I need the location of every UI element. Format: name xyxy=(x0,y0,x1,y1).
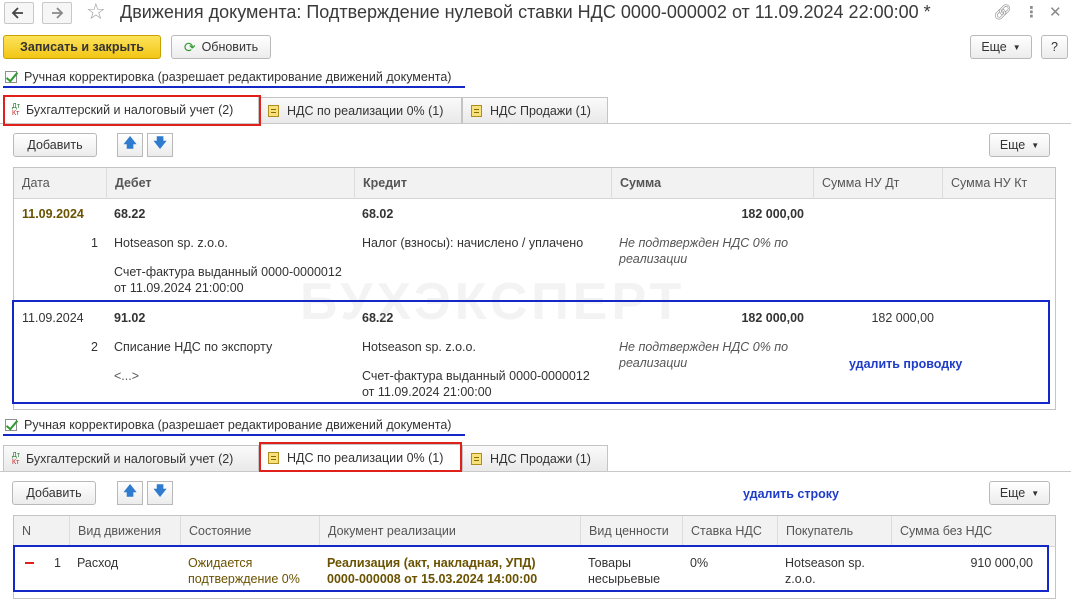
add-button[interactable]: Добавить xyxy=(12,481,96,505)
column-header[interactable]: Вид ценности xyxy=(580,516,682,547)
manual-correction-label: Ручная корректировка (разрешает редактир… xyxy=(24,70,452,84)
tab-vat-0[interactable]: НДС по реализации 0% (1) xyxy=(259,97,462,123)
table-header: N Вид движения Состояние Документ реализ… xyxy=(14,516,1055,547)
arrow-up-icon: 🡅 xyxy=(123,483,137,498)
chevron-down-icon: ▼ xyxy=(1031,488,1040,498)
chevron-down-icon: ▼ xyxy=(1031,140,1040,150)
tab-accounting[interactable]: Дт Кт Бухгалтерский и налоговый учет (2) xyxy=(3,445,259,471)
sum-note: Не подтвержден НДС 0% по реализации xyxy=(619,236,789,266)
column-header[interactable]: Вид движения xyxy=(69,516,180,547)
tab-label: НДС Продажи (1) xyxy=(490,451,591,466)
annotation-underline xyxy=(3,86,465,88)
star-icon[interactable]: ☆ xyxy=(86,0,106,24)
annotation-highlight xyxy=(259,442,462,472)
column-header[interactable]: Дебет xyxy=(106,168,354,199)
more-label: Еще xyxy=(999,138,1026,152)
column-header[interactable]: Сумма НУ Дт xyxy=(813,168,942,199)
register-icon xyxy=(471,452,482,465)
window-title: Движения документа: Подтверждение нулево… xyxy=(120,2,931,22)
column-header[interactable]: Сумма НУ Кт xyxy=(942,168,1055,199)
column-header[interactable]: Состояние xyxy=(180,516,319,547)
refresh-label: Обновить xyxy=(201,40,259,54)
column-header[interactable]: Ставка НДС xyxy=(682,516,777,547)
tab-vat-sales[interactable]: НДС Продажи (1) xyxy=(462,97,608,123)
column-header[interactable]: Кредит xyxy=(354,168,611,199)
more-button[interactable]: Еще ▼ xyxy=(989,133,1050,157)
column-header[interactable]: Сумма без НДС xyxy=(891,516,1041,547)
annotation-highlight xyxy=(12,300,1050,404)
row-sum: 182 000,00 xyxy=(741,207,804,221)
table-header: Дата Дебет Кредит Сумма Сумма НУ Дт Сумм… xyxy=(14,168,1055,199)
arrow-down-icon: 🡇 xyxy=(153,483,167,498)
move-down-button[interactable]: 🡇 xyxy=(147,133,173,157)
credit-subconto: Налог (взносы): начислено / уплачено xyxy=(362,236,584,250)
kebab-icon[interactable]: ⋮ xyxy=(1024,3,1039,21)
register-icon xyxy=(268,104,279,117)
annotation-text: удалить строку xyxy=(743,487,839,501)
manual-correction-label: Ручная корректировка (разрешает редактир… xyxy=(24,418,452,432)
move-up-button[interactable]: 🡅 xyxy=(117,481,143,505)
add-button[interactable]: Добавить xyxy=(13,133,97,157)
dt-kt-icon: Дт Кт xyxy=(12,451,20,466)
column-header[interactable]: N xyxy=(14,516,69,547)
column-header[interactable]: Документ реализации xyxy=(319,516,580,547)
chevron-down-icon: ▼ xyxy=(1012,42,1021,52)
tab-vat-sales[interactable]: НДС Продажи (1) xyxy=(462,445,608,471)
annotation-highlight xyxy=(3,95,261,126)
arrow-down-icon: 🡇 xyxy=(153,135,167,150)
manual-correction-checkbox[interactable] xyxy=(5,419,17,431)
tab-label: Бухгалтерский и налоговый учет (2) xyxy=(25,451,234,466)
save-close-button[interactable]: Записать и закрыть xyxy=(3,35,161,59)
debit-account: 68.22 xyxy=(114,207,146,221)
back-button[interactable] xyxy=(4,2,34,24)
forward-button[interactable] xyxy=(42,2,72,24)
link-icon[interactable]: 🔗︎ xyxy=(993,3,1012,21)
row-number: 1 xyxy=(91,236,98,250)
manual-correction-checkbox[interactable] xyxy=(5,71,17,83)
refresh-button[interactable]: ⟳ Обновить xyxy=(171,35,271,59)
row-date: 11.09.2024 xyxy=(22,207,84,221)
column-header[interactable]: Покупатель xyxy=(777,516,891,547)
refresh-icon: ⟳ xyxy=(183,38,196,55)
debit-subconto: Hotseason sp. z.o.o. xyxy=(114,236,228,250)
column-header[interactable]: Сумма xyxy=(611,168,813,199)
annotation-underline xyxy=(3,434,465,436)
tab-label: НДС Продажи (1) xyxy=(490,103,591,118)
credit-account: 68.02 xyxy=(362,207,394,221)
move-down-button[interactable]: 🡇 xyxy=(147,481,173,505)
more-label: Еще xyxy=(999,486,1026,500)
tab-label: НДС по реализации 0% (1) xyxy=(287,103,444,118)
annotation-highlight xyxy=(13,545,1049,592)
column-header[interactable]: Дата xyxy=(14,168,106,199)
arrow-up-icon: 🡅 xyxy=(123,135,137,150)
move-up-button[interactable]: 🡅 xyxy=(117,133,143,157)
close-icon[interactable]: ✕ xyxy=(1049,3,1062,21)
more-label: Еще xyxy=(981,40,1007,54)
arrow-right-icon xyxy=(52,7,64,19)
register-icon xyxy=(471,104,482,117)
help-button[interactable]: ? xyxy=(1041,35,1068,59)
debit-subconto: Счет-фактура выданный 0000-0000012 от 11… xyxy=(114,265,342,295)
arrow-left-icon xyxy=(11,7,23,19)
annotation-text: удалить проводку xyxy=(849,357,963,371)
more-button[interactable]: Еще ▼ xyxy=(970,35,1032,59)
more-button[interactable]: Еще ▼ xyxy=(989,481,1050,505)
